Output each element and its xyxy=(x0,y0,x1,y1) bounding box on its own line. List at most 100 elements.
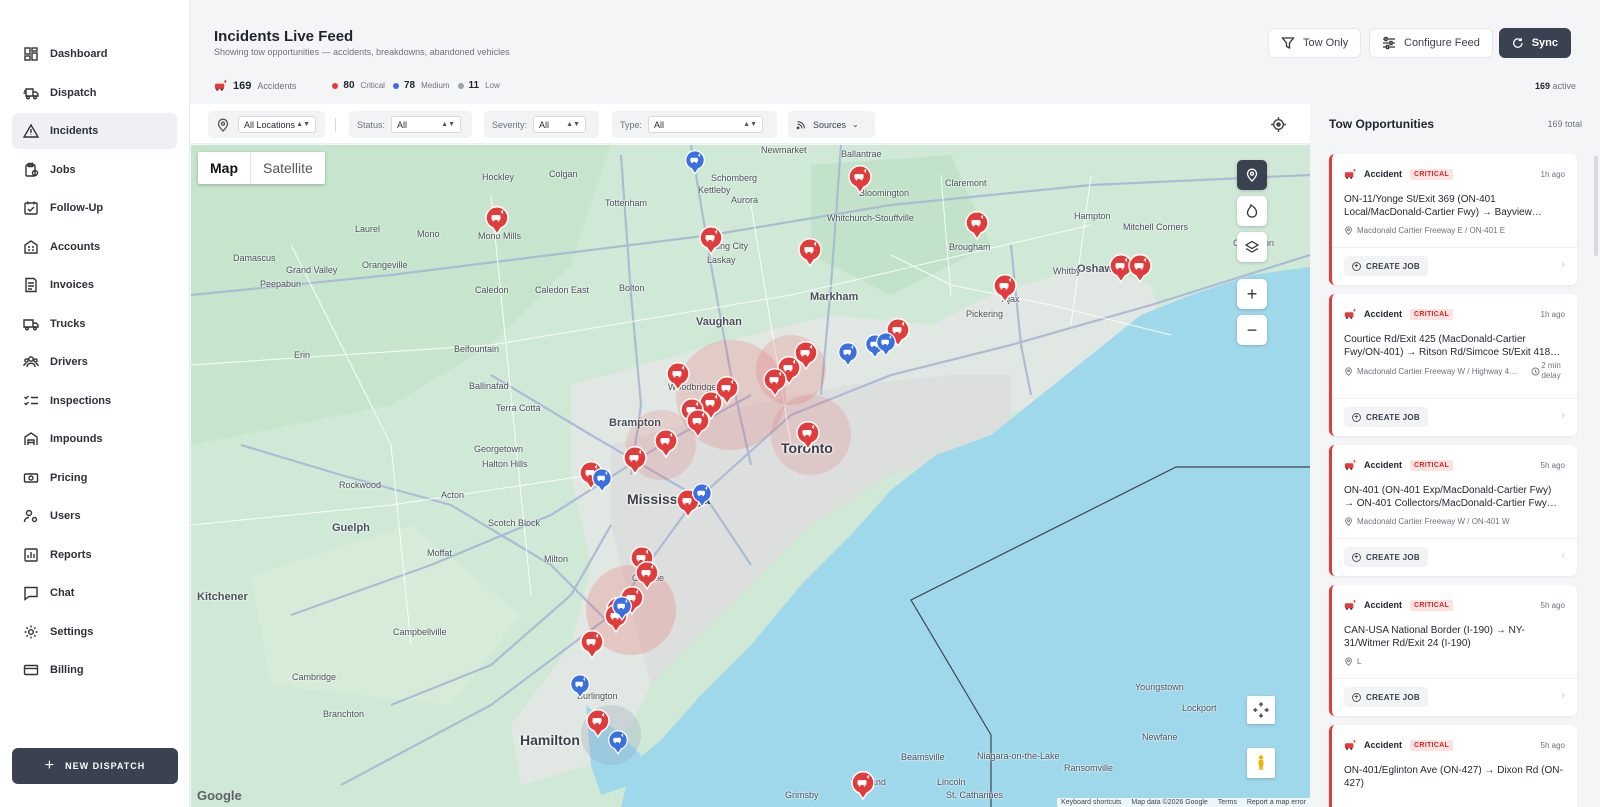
chevron-right-icon[interactable]: › xyxy=(1562,410,1565,421)
sidebar-item-impounds[interactable]: Impounds xyxy=(12,421,177,457)
refresh-icon xyxy=(1513,37,1523,48)
critical-incident-pin[interactable] xyxy=(992,273,1018,303)
active-count-label: active xyxy=(1552,81,1576,91)
street-view-pegman[interactable] xyxy=(1247,748,1275,778)
zoom-in-button[interactable]: + xyxy=(1237,279,1267,309)
medium-label: Medium xyxy=(421,81,450,90)
critical-incident-pin[interactable] xyxy=(964,210,990,240)
incident-card[interactable]: Accident CRITICAL 5h ago CAN-USA Nationa… xyxy=(1329,585,1577,716)
sidebar-item-label: Dispatch xyxy=(50,86,97,99)
chevron-right-icon[interactable]: › xyxy=(1562,259,1565,270)
report-error-link[interactable]: Report a map error xyxy=(1247,799,1306,806)
medium-incident-pin[interactable] xyxy=(691,482,713,508)
sidebar-item-label: Drivers xyxy=(50,356,88,368)
sidebar-item-drivers[interactable]: Drivers xyxy=(12,344,177,380)
sidebar-item-billing[interactable]: Billing xyxy=(12,652,177,688)
incident-card[interactable]: Accident CRITICAL 5h ago ON-401 (ON-401 … xyxy=(1329,445,1577,576)
incident-card[interactable]: Accident CRITICAL 1h ago ON-11/Yonge St/… xyxy=(1329,154,1577,285)
keyboard-shortcuts-link[interactable]: Keyboard shortcuts xyxy=(1061,799,1121,806)
sidebar-item-users[interactable]: Users xyxy=(12,498,177,534)
select-arrows-icon: ▲▼ xyxy=(296,121,310,128)
medium-incident-pin[interactable] xyxy=(875,331,897,357)
incident-card[interactable]: Accident CRITICAL 1h ago Courtice Rd/Exi… xyxy=(1329,294,1577,436)
sidebar-item-jobs[interactable]: Jobs xyxy=(12,152,177,188)
map-town-label: Scotch Block xyxy=(488,518,541,528)
medium-incident-pin[interactable] xyxy=(684,149,706,175)
sidebar-item-chat[interactable]: Chat xyxy=(12,575,177,611)
locate-icon[interactable] xyxy=(1270,116,1287,133)
sidebar-item-inspections[interactable]: Inspections xyxy=(12,383,177,419)
map-town-label: Aurora xyxy=(731,195,759,205)
medium-incident-pin[interactable] xyxy=(569,673,591,699)
map-town-label: Ballinafad xyxy=(469,381,509,391)
incident-card[interactable]: Accident CRITICAL 5h ago ON-401/Eglinton… xyxy=(1329,725,1577,807)
critical-incident-pin[interactable] xyxy=(622,445,648,475)
status-select[interactable]: All ▲▼ xyxy=(391,116,462,133)
map-tab[interactable]: Map xyxy=(198,152,250,184)
create-job-button[interactable]: + CREATE JOB xyxy=(1344,407,1428,427)
chevron-right-icon[interactable]: › xyxy=(1562,690,1565,701)
chevron-right-icon[interactable]: › xyxy=(1562,550,1565,561)
satellite-tab[interactable]: Satellite xyxy=(250,152,325,184)
create-job-button[interactable]: + CREATE JOB xyxy=(1344,256,1428,276)
medium-incident-pin[interactable] xyxy=(607,729,629,755)
critical-incident-pin[interactable] xyxy=(653,428,679,458)
card-location: Macdonald Cartier Freeway E / ON-401 E xyxy=(1344,226,1505,235)
critical-incident-pin[interactable] xyxy=(762,367,788,397)
critical-incident-pin[interactable] xyxy=(484,205,510,235)
medium-incident-pin[interactable] xyxy=(611,595,633,621)
type-select[interactable]: All ▲▼ xyxy=(648,116,764,133)
new-dispatch-button[interactable]: + NEW DISPATCH xyxy=(12,748,178,784)
severity-select[interactable]: All ▲▼ xyxy=(533,116,587,133)
sidebar-item-invoices[interactable]: Invoices xyxy=(12,267,177,303)
layers-button[interactable] xyxy=(1237,232,1267,262)
sync-button[interactable]: Sync xyxy=(1499,28,1571,58)
map-town-label: Ballantrae xyxy=(841,149,882,159)
incident-map[interactable]: Toronto Mississauga Hamilton Markham Vau… xyxy=(191,145,1310,807)
sidebar-item-incidents[interactable]: Incidents xyxy=(12,113,177,149)
critical-incident-pin[interactable] xyxy=(795,420,821,450)
sidebar-item-reports[interactable]: Reports xyxy=(12,537,177,573)
warehouse-icon xyxy=(24,432,38,445)
sidebar-item-pricing[interactable]: Pricing xyxy=(12,460,177,496)
medium-incident-pin[interactable] xyxy=(837,341,859,367)
map-pin-icon xyxy=(1345,517,1352,526)
tow-only-button[interactable]: Tow Only xyxy=(1268,28,1362,58)
critical-incident-pin[interactable] xyxy=(579,629,605,659)
sidebar-item-accounts[interactable]: Accounts xyxy=(12,229,177,265)
critical-incident-pin[interactable] xyxy=(698,225,724,255)
marker-toggle-button[interactable] xyxy=(1237,160,1267,190)
critical-incident-pin[interactable] xyxy=(685,408,711,438)
terms-link[interactable]: Terms xyxy=(1218,799,1237,806)
critical-incident-pin[interactable] xyxy=(1127,253,1153,283)
sidebar-item-dashboard[interactable]: Dashboard xyxy=(12,36,177,72)
panel-scrollbar[interactable] xyxy=(1594,156,1598,256)
active-count: 169 active xyxy=(1535,81,1576,91)
sidebar-item-settings[interactable]: Settings xyxy=(12,614,177,650)
zoom-out-button[interactable]: − xyxy=(1237,315,1267,345)
critical-incident-pin[interactable] xyxy=(850,770,876,800)
severity-badge: CRITICAL xyxy=(1410,308,1454,320)
critical-incident-pin[interactable] xyxy=(847,164,873,194)
map-town-label: Brougham xyxy=(949,242,991,252)
create-job-button[interactable]: + CREATE JOB xyxy=(1344,687,1428,707)
clipboard-icon xyxy=(25,162,39,177)
sidebar-item-follow-up[interactable]: Follow-Up xyxy=(12,190,177,226)
card-location-text: Macdonald Cartier Freeway W / Highway 4… xyxy=(1357,367,1518,376)
map-town-label: Guelph xyxy=(332,522,370,534)
sidebar-item-label: Billing xyxy=(50,664,84,676)
critical-incident-pin[interactable] xyxy=(797,237,823,267)
fullscreen-button[interactable] xyxy=(1247,696,1275,724)
medium-incident-pin[interactable] xyxy=(591,467,613,493)
heatmap-toggle-button[interactable] xyxy=(1237,196,1267,226)
sources-dropdown[interactable]: Sources ⌄ xyxy=(788,111,875,138)
sidebar-item-trucks[interactable]: Trucks xyxy=(12,306,177,342)
create-job-button[interactable]: + CREATE JOB xyxy=(1344,547,1428,567)
sidebar-item-dispatch[interactable]: Dispatch xyxy=(12,75,177,111)
car-crash-icon xyxy=(1344,308,1356,319)
low-dot xyxy=(457,82,464,89)
card-divider xyxy=(1332,398,1577,399)
critical-incident-pin[interactable] xyxy=(665,361,691,391)
location-select[interactable]: All Locations ▲▼ xyxy=(238,116,316,133)
configure-feed-button[interactable]: Configure Feed xyxy=(1369,28,1493,58)
